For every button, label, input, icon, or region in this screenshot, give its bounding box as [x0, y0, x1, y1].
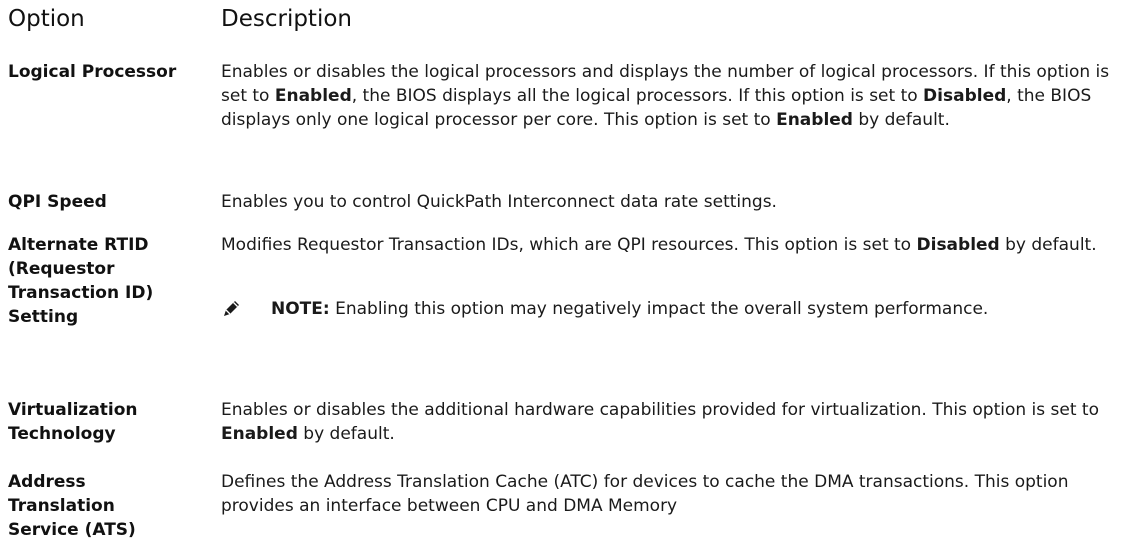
option-name-address-translation-service: Address Translation Service (ATS)	[8, 472, 136, 540]
option-name-alternate-rtid: Alternate RTID (Requestor Transaction ID…	[8, 235, 154, 327]
pencil-note-icon	[224, 301, 239, 316]
option-name-virtualization-technology: Virtualization Technology	[8, 400, 138, 444]
option-name-logical-processor: Logical Processor	[8, 62, 177, 82]
option-description-virtualization-technology: Enables or disables the additional hardw…	[221, 400, 1099, 444]
option-description-logical-processor: Enables or disables the logical processo…	[221, 62, 1110, 130]
note-text: NOTE: Enabling this option may negativel…	[271, 299, 989, 319]
description-column-header: Description	[221, 6, 352, 32]
option-column-header: Option	[8, 6, 85, 32]
option-description-address-translation-service: Defines the Address Translation Cache (A…	[221, 472, 1069, 516]
option-name-qpi-speed: QPI Speed	[8, 192, 107, 212]
bios-settings-table: Option Description Logical Processor Ena…	[0, 0, 1138, 551]
option-description-qpi-speed: Enables you to control QuickPath Interco…	[221, 192, 777, 212]
option-description-alternate-rtid: Modifies Requestor Transaction IDs, whic…	[221, 235, 1097, 255]
